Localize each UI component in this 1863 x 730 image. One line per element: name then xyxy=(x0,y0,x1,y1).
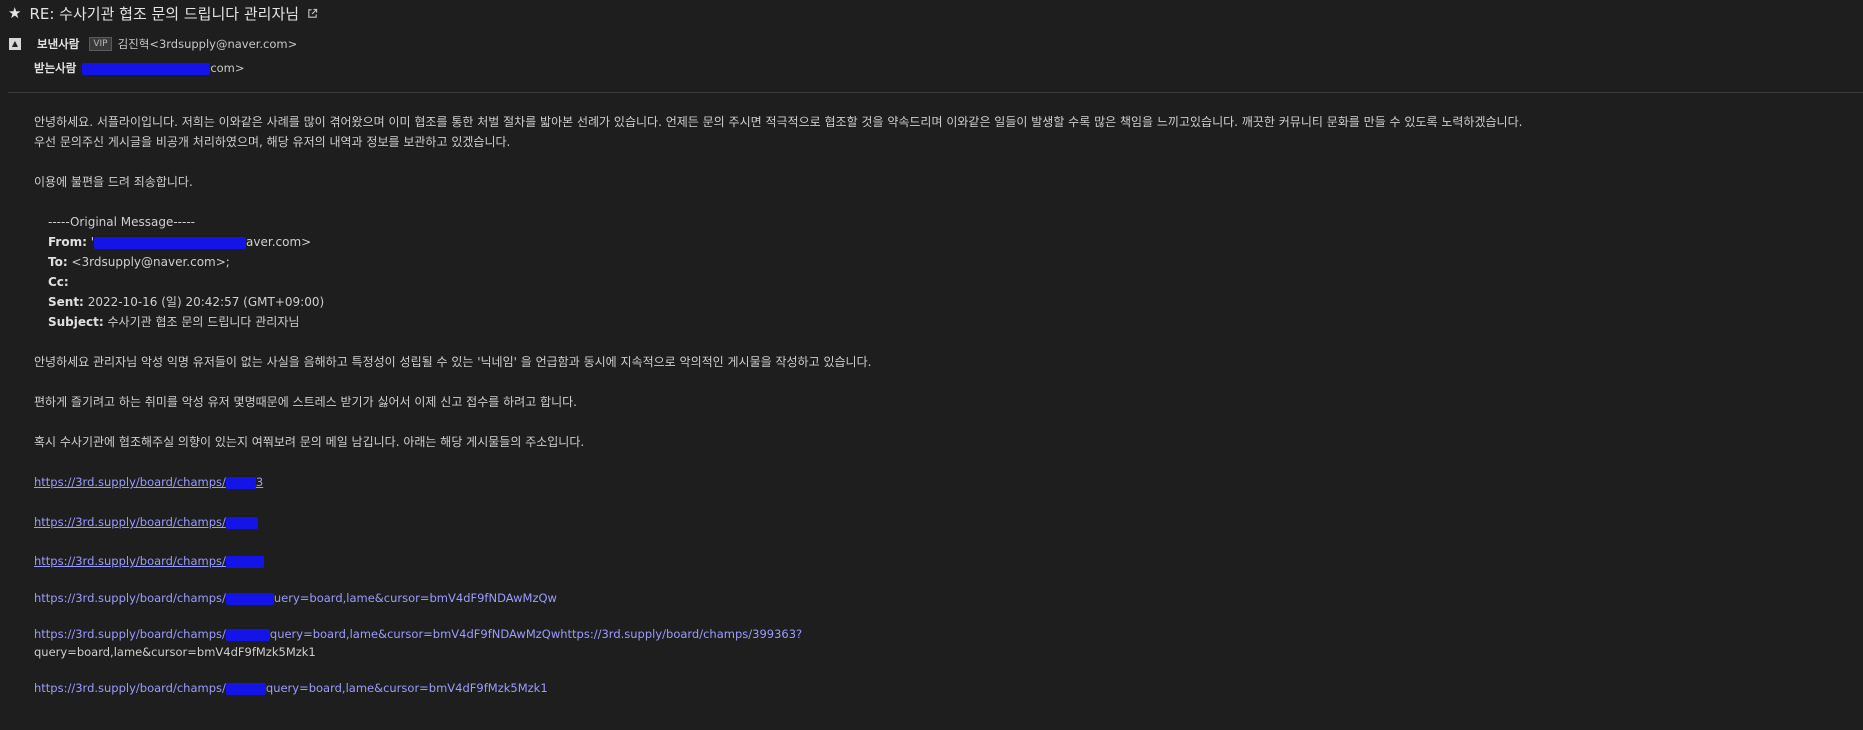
post-link-6[interactable]: https://3rd.supply/board/champs/query=bo… xyxy=(34,681,548,695)
original-marker: -----Original Message----- xyxy=(48,215,195,229)
original-to: To: <3rdsupply@naver.com>; xyxy=(48,255,230,269)
post-link-2[interactable]: https://3rd.supply/board/champs/ xyxy=(34,515,258,529)
post-link-1[interactable]: https://3rd.supply/board/champs/3 xyxy=(34,475,263,489)
redaction-mark xyxy=(94,236,247,249)
original-sent: Sent: 2022-10-16 (일) 20:42:57 (GMT+09:00… xyxy=(48,295,325,309)
redaction-mark xyxy=(225,628,270,641)
star-icon[interactable]: ★ xyxy=(8,5,21,21)
original-cc: Cc: xyxy=(48,275,69,289)
recipient-address[interactable]: com> xyxy=(82,61,245,75)
external-link-icon[interactable] xyxy=(307,8,318,19)
email-viewer: ★ RE: 수사기관 협조 문의 드립니다 관리자님 ▲ 보낸사람 VIP 김진… xyxy=(0,0,1863,730)
redaction-mark xyxy=(225,555,264,568)
message-paragraph-2: 편하게 즐기려고 하는 취미를 악성 유저 몇명때문에 스트레스 받기가 싫어서… xyxy=(34,395,577,409)
sender-row: ▲ 보낸사람 VIP 김진혁<3rdsupply@naver.com> xyxy=(9,36,297,52)
email-title-row: ★ RE: 수사기관 협조 문의 드립니다 관리자님 xyxy=(8,2,318,24)
redaction-mark xyxy=(225,476,256,489)
original-message-header: -----Original Message----- From: ' aver.c… xyxy=(48,212,1844,332)
email-body: 안녕하세요. 서플라이입니다. 저희는 이와같은 사례를 많이 겪어왔으며 이미… xyxy=(34,112,1844,452)
redaction-mark xyxy=(82,62,211,75)
post-link-5[interactable]: https://3rd.supply/board/champs/query=bo… xyxy=(34,627,802,641)
reply-line-2: 우선 문의주신 게시글을 비공개 처리하였으며, 해당 유저의 내역과 정보를 … xyxy=(34,135,511,149)
sender-label: 보낸사람 xyxy=(37,37,80,51)
post-link-3[interactable]: https://3rd.supply/board/champs/ xyxy=(34,554,264,568)
header-divider xyxy=(8,92,1863,93)
sender-address[interactable]: 김진혁<3rdsupply@naver.com> xyxy=(118,36,298,52)
recipient-row: 받는사람 com> xyxy=(34,60,245,76)
redaction-mark xyxy=(225,682,266,695)
collapse-toggle-icon[interactable]: ▲ xyxy=(9,38,21,50)
email-subject: RE: 수사기관 협조 문의 드립니다 관리자님 xyxy=(29,4,300,23)
redaction-mark xyxy=(225,516,258,529)
redaction-mark xyxy=(225,592,274,605)
recipient-label: 받는사람 xyxy=(34,61,77,75)
original-from: From: ' aver.com> xyxy=(48,235,312,249)
reply-line-1: 안녕하세요. 서플라이입니다. 저희는 이와같은 사례를 많이 겪어왔으며 이미… xyxy=(34,115,1523,129)
reply-line-3: 이용에 불편을 드려 죄송합니다. xyxy=(34,175,193,189)
post-link-4[interactable]: https://3rd.supply/board/champs/uery=boa… xyxy=(34,591,557,605)
message-paragraph-3: 혹시 수사기관에 협조해주실 의향이 있는지 여쭤보려 문의 메일 남깁니다. … xyxy=(34,435,585,449)
original-subject: Subject: 수사기관 협조 문의 드립니다 관리자님 xyxy=(48,315,300,329)
message-paragraph-1: 안녕하세요 관리자님 악성 익명 유저들이 없는 사실을 음해하고 특정성이 성… xyxy=(34,355,872,369)
vip-badge: VIP xyxy=(89,37,112,51)
post-link-5-wrap: query=board,lame&cursor=bmV4dF9fMzk5Mzk1 xyxy=(34,645,316,659)
